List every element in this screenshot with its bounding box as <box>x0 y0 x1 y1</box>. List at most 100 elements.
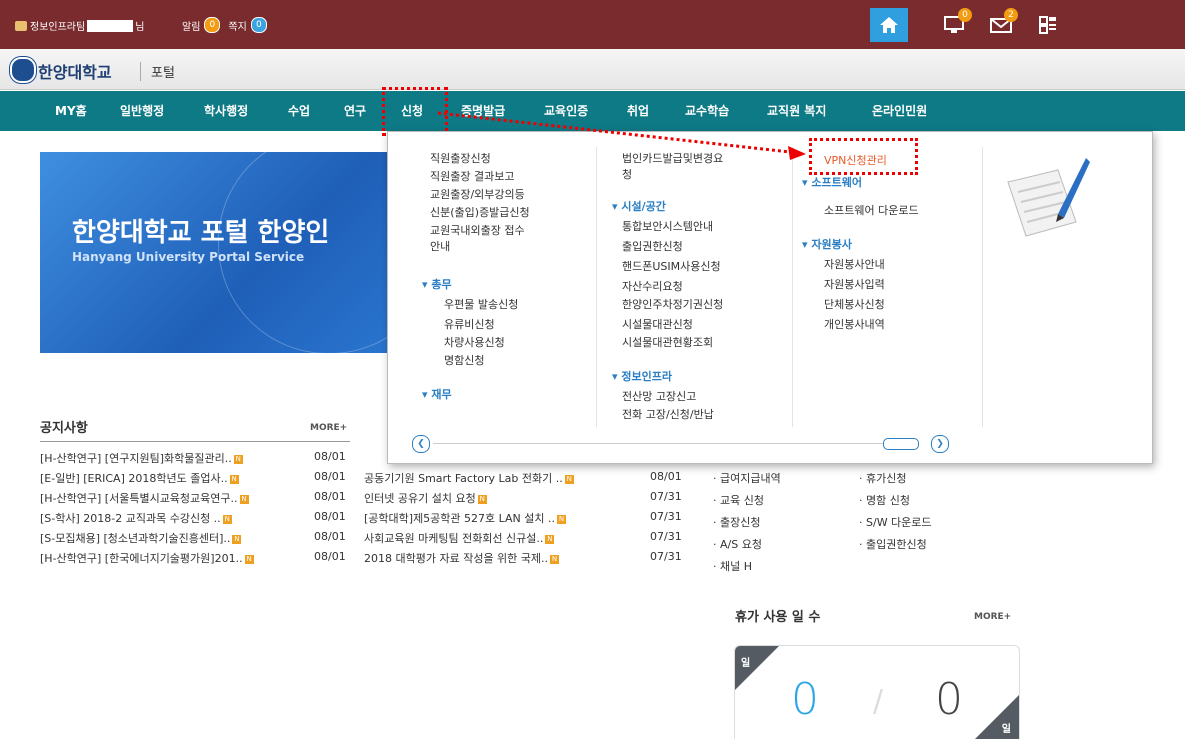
quick-link[interactable]: · S/W 다운로드 <box>859 514 932 530</box>
nav-online-petition[interactable]: 온라인민원 <box>872 91 927 131</box>
menu-item[interactable]: 자산수리요청 <box>622 278 683 294</box>
menu-item[interactable]: 소프트웨어 다운로드 <box>824 202 919 218</box>
notice-item[interactable]: [H-산학연구] [서울특별시교육청교육연구.. N 08/01 <box>40 490 360 510</box>
request-item[interactable]: 인터넷 공유기 설치 요청 N 07/31 <box>364 490 704 510</box>
notice-item-text[interactable]: [S-학사] 2018-2 교직과목 수강신청 .. <box>40 512 221 525</box>
request-item[interactable]: 사회교육원 마케팅팀 전화회선 신규설.. N 07/31 <box>364 530 704 550</box>
menu-heading-facility[interactable]: ▾ 시설/공간 <box>612 198 666 214</box>
quick-link-label[interactable]: 명함 신청 <box>866 494 910 507</box>
notice-item-text[interactable]: [H-산학연구] [한국에너지기술평가원]201.. <box>40 552 243 565</box>
notice-item[interactable]: [E-일반] [ERICA] 2018학년도 졸업사.. N 08/01 <box>40 470 360 490</box>
quick-link-label[interactable]: 교육 신청 <box>720 494 764 507</box>
memo-count-badge[interactable]: 0 <box>250 17 267 33</box>
request-item-text[interactable]: 2018 대학평가 자료 작성을 위한 국제.. <box>364 552 548 565</box>
menu-item-cont[interactable]: 안내 <box>430 238 450 254</box>
menu-item[interactable]: 차량사용신청 <box>444 334 505 350</box>
quick-link-label[interactable]: 급여지급내역 <box>720 472 781 485</box>
nav-research[interactable]: 연구 <box>344 91 366 131</box>
alarm-link[interactable]: 알림 <box>182 18 200 33</box>
menu-item[interactable]: 신분(출입)증발급신청 <box>430 204 530 220</box>
menu-item[interactable]: 우편물 발송신청 <box>444 296 518 312</box>
vacation-more-link[interactable]: MORE+ <box>974 612 1011 622</box>
request-item-text[interactable]: 인터넷 공유기 설치 요청 <box>364 492 476 505</box>
nav-general-admin[interactable]: 일반행정 <box>120 91 164 131</box>
nav-my-home[interactable]: MY홈 <box>55 91 87 131</box>
request-item[interactable]: 공동기기원 Smart Factory Lab 전화기 .. N 08/01 <box>364 470 704 490</box>
portal-banner[interactable]: 한양대학교 포털 한양인 Hanyang University Portal S… <box>40 152 400 353</box>
request-item-text[interactable]: 사회교육원 마케팅팀 전화회선 신규설.. <box>364 532 543 545</box>
quick-link-label[interactable]: S/W 다운로드 <box>866 516 932 529</box>
menu-heading-info-infra[interactable]: ▾ 정보인프라 <box>612 368 672 384</box>
menu-item[interactable]: 명함신청 <box>444 352 484 368</box>
nav-certificate[interactable]: 증명발급 <box>461 91 505 131</box>
menu-item[interactable]: 단체봉사신청 <box>824 296 885 312</box>
quick-link[interactable]: · 출입권한신청 <box>859 536 927 552</box>
notice-item[interactable]: [H-산학연구] [한국에너지기술평가원]201.. N 08/01 <box>40 550 360 570</box>
menu-item[interactable]: 통합보안시스템안내 <box>622 218 713 234</box>
quick-link-label[interactable]: 출장신청 <box>720 516 760 529</box>
notice-item-text[interactable]: [H-산학연구] [서울특별시교육청교육연구.. <box>40 492 238 505</box>
notice-more-link[interactable]: MORE+ <box>310 423 347 433</box>
notice-item-text[interactable]: [S-모집채용] [청소년과학기술진흥센터].. <box>40 532 230 545</box>
menu-item[interactable]: 자원봉사안내 <box>824 256 885 272</box>
quick-link[interactable]: · 휴가신청 <box>859 470 906 486</box>
menu-heading-software[interactable]: ▾ 소프트웨어 <box>802 174 862 190</box>
quick-link-label[interactable]: 채널 H <box>720 560 752 573</box>
quick-link[interactable]: · A/S 요청 <box>713 536 762 552</box>
home-button[interactable] <box>870 8 908 42</box>
menu-heading-finance[interactable]: ▾ 재무 <box>422 386 452 402</box>
mail-button[interactable]: 2 <box>982 6 1022 44</box>
nav-application-highlight <box>382 87 448 136</box>
quick-link[interactable]: · 채널 H <box>713 558 752 574</box>
scroll-right-button[interactable]: ❯ <box>931 435 949 453</box>
menu-item[interactable]: 출입권한신청 <box>622 238 683 254</box>
request-item[interactable]: 2018 대학평가 자료 작성을 위한 국제.. N 07/31 <box>364 550 704 570</box>
notice-item[interactable]: [S-모집채용] [청소년과학기술진흥센터].. N 08/01 <box>40 530 360 550</box>
pc-button[interactable]: 0 <box>936 6 976 44</box>
menu-item[interactable]: 전산망 고장신고 <box>622 388 696 404</box>
quick-link-label[interactable]: 출입권한신청 <box>866 538 927 551</box>
menu-item[interactable]: 자원봉사입력 <box>824 276 885 292</box>
quick-link[interactable]: · 급여지급내역 <box>713 470 781 486</box>
nav-employment[interactable]: 취업 <box>627 91 649 131</box>
request-item-text[interactable]: [공학대학]제5공학관 527호 LAN 설치 .. <box>364 512 555 525</box>
sitemap-button[interactable] <box>1028 6 1068 44</box>
nav-class[interactable]: 수업 <box>288 91 310 131</box>
notice-item-text[interactable]: [H-산학연구] [연구지원팀]화학물질관리.. <box>40 452 232 465</box>
scroll-thumb[interactable] <box>883 438 919 450</box>
menu-item[interactable]: 개인봉사내역 <box>824 316 885 332</box>
menu-item[interactable]: 전화 고장/신청/반납 <box>622 406 714 422</box>
scroll-left-button[interactable]: ❮ <box>412 435 430 453</box>
quick-link-label[interactable]: 휴가신청 <box>866 472 906 485</box>
menu-item[interactable]: 시설물대관현황조회 <box>622 334 713 350</box>
menu-item[interactable]: 법인카드발급및변경요 <box>622 150 723 166</box>
menu-item[interactable]: 교원출장/외부강의등 <box>430 186 525 202</box>
notice-item-text[interactable]: [E-일반] [ERICA] 2018학년도 졸업사.. <box>40 472 228 485</box>
menu-heading-volunteer[interactable]: ▾ 자원봉사 <box>802 236 852 252</box>
notice-item[interactable]: [H-산학연구] [연구지원팀]화학물질관리.. N 08/01 <box>40 450 360 470</box>
nav-teaching[interactable]: 교수학습 <box>685 91 729 131</box>
menu-item[interactable]: 한양인주차정기권신청 <box>622 296 723 312</box>
nav-academic-admin[interactable]: 학사행정 <box>204 91 248 131</box>
quick-link[interactable]: · 명함 신청 <box>859 492 910 508</box>
nav-staff-welfare[interactable]: 교직원 복지 <box>767 91 826 131</box>
nav-education-cert[interactable]: 교육인증 <box>544 91 588 131</box>
university-name[interactable]: 한양대학교 <box>38 59 112 83</box>
request-item[interactable]: [공학대학]제5공학관 527호 LAN 설치 .. N 07/31 <box>364 510 704 530</box>
alarm-count-badge[interactable]: 0 <box>204 17 221 33</box>
menu-item[interactable]: 교원국내외출장 접수 <box>430 222 525 238</box>
university-seal-icon[interactable] <box>10 57 36 83</box>
quick-link-label[interactable]: A/S 요청 <box>720 538 762 551</box>
menu-item[interactable]: 핸드폰USIM사용신청 <box>622 258 721 274</box>
menu-heading-general-affairs[interactable]: ▾ 총무 <box>422 276 452 292</box>
notice-item[interactable]: [S-학사] 2018-2 교직과목 수강신청 .. N 08/01 <box>40 510 360 530</box>
request-item-text[interactable]: 공동기기원 Smart Factory Lab 전화기 .. <box>364 472 563 485</box>
menu-item-cont[interactable]: 청 <box>622 166 632 182</box>
quick-link[interactable]: · 교육 신청 <box>713 492 764 508</box>
menu-item[interactable]: 시설물대관신청 <box>622 316 693 332</box>
memo-link[interactable]: 쪽지 <box>228 18 246 33</box>
menu-item[interactable]: 직원출장 결과보고 <box>430 168 514 184</box>
menu-item[interactable]: 직원출장신청 <box>430 150 491 166</box>
menu-item[interactable]: 유류비신청 <box>444 316 495 332</box>
quick-link[interactable]: · 출장신청 <box>713 514 760 530</box>
